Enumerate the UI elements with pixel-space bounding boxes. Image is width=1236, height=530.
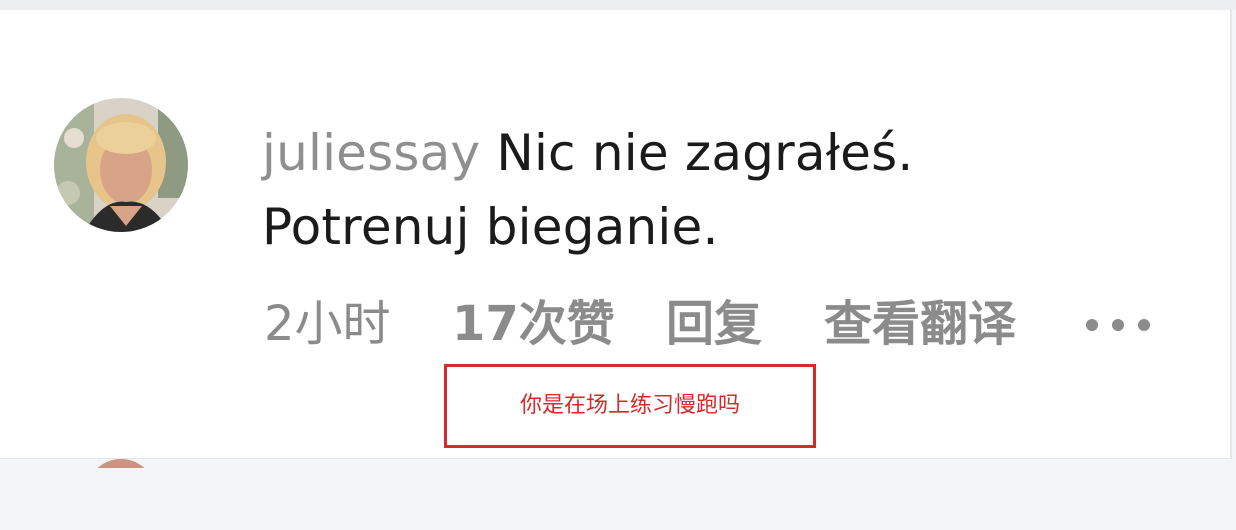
more-options-icon[interactable] — [1084, 319, 1154, 333]
see-translation-button[interactable]: 查看翻译 — [824, 294, 1016, 354]
top-divider — [0, 0, 1236, 10]
username-link[interactable]: juliessay — [262, 124, 480, 182]
comment-meta-row: 2小时 17次赞 回复 查看翻译 — [0, 294, 1230, 354]
comment-timestamp: 2小时 — [264, 296, 391, 352]
translation-annotation-box: 你是在场上练习慢跑吗 — [444, 364, 816, 448]
user-avatar[interactable] — [54, 98, 188, 232]
comment-card: juliessay Nic nie zagrałeś. Potrenuj bie… — [0, 10, 1232, 468]
reply-button[interactable]: 回复 — [666, 294, 762, 354]
likes-count[interactable]: 17次赞 — [452, 294, 615, 354]
next-comment-avatar[interactable] — [86, 459, 156, 468]
translation-annotation-text: 你是在场上练习慢跑吗 — [519, 393, 740, 418]
comment-body: juliessay Nic nie zagrałeś. Potrenuj bie… — [262, 116, 1122, 264]
